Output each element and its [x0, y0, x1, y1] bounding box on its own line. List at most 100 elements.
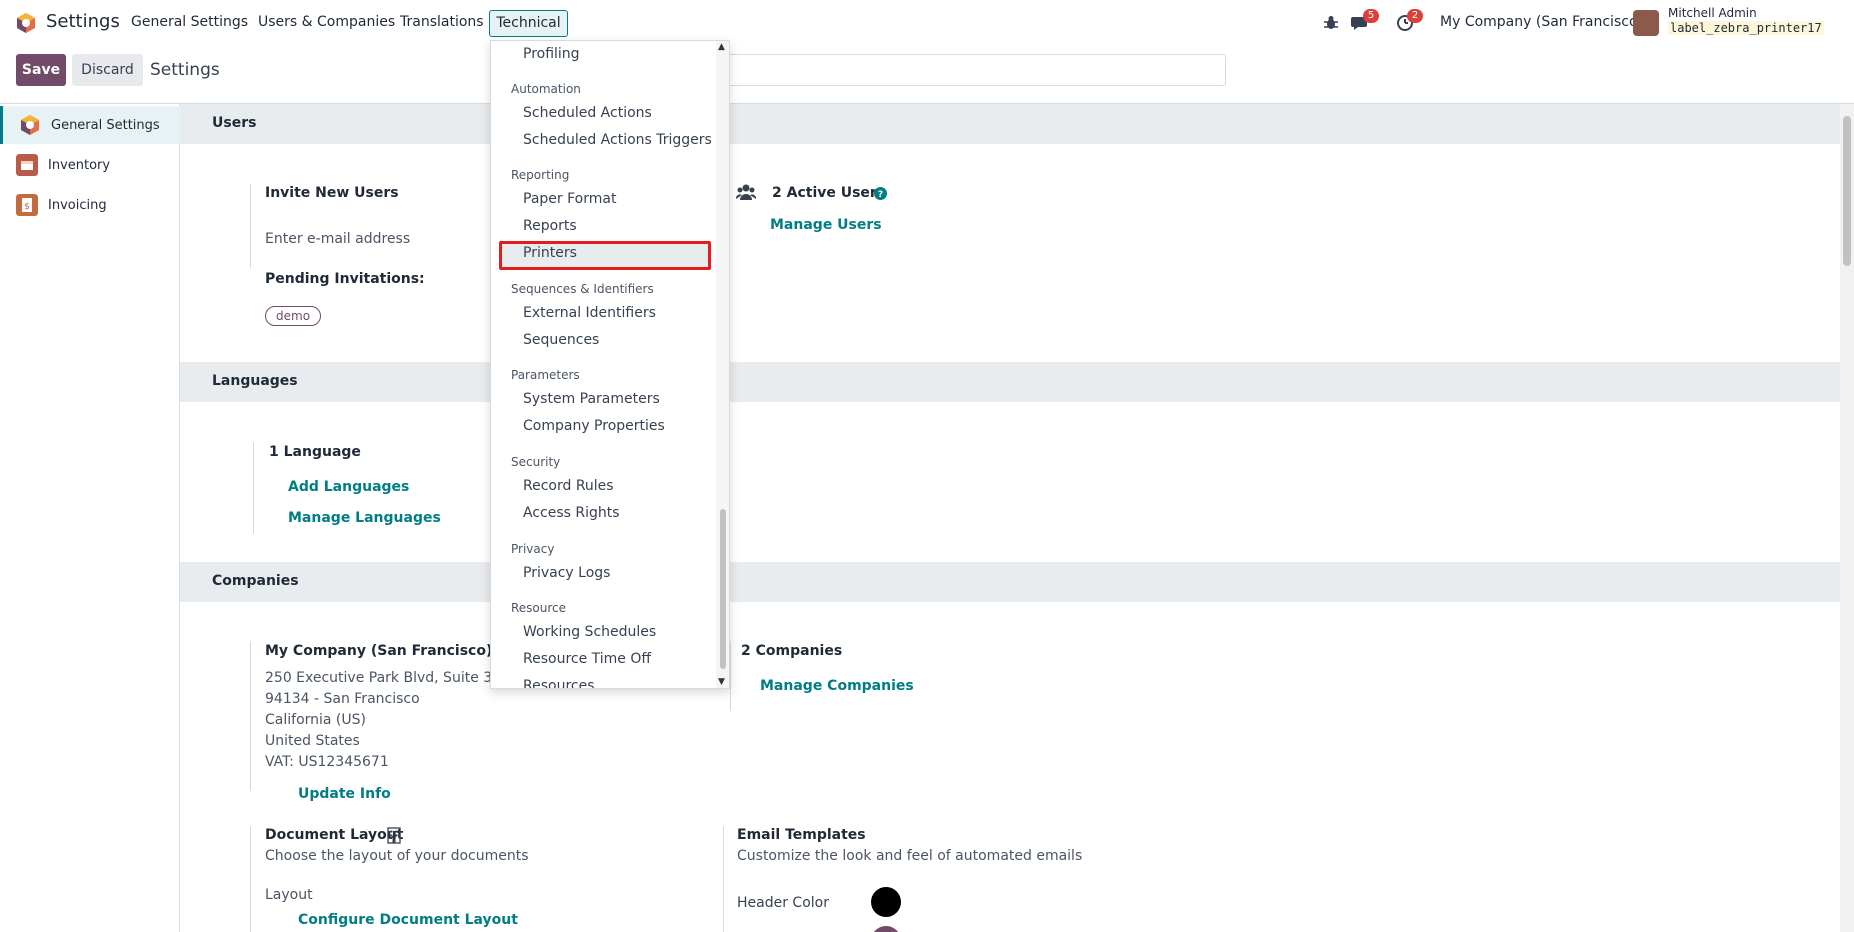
divider: [723, 826, 724, 932]
user-avatar[interactable]: [1633, 10, 1659, 36]
menu-item-reports[interactable]: Reports: [523, 218, 577, 234]
menu-item-record-rules[interactable]: Record Rules: [523, 478, 614, 494]
inventory-app-icon: [16, 154, 38, 176]
page-scrollbar[interactable]: [1840, 104, 1854, 932]
company-vat: VAT: US12345671: [265, 754, 389, 770]
dropdown-scrollbar-thumb[interactable]: [720, 509, 726, 669]
menu-item-scheduled-actions-triggers[interactable]: Scheduled Actions Triggers: [523, 132, 712, 148]
users-group-icon: [736, 184, 756, 200]
document-layout-title: Document Layout: [265, 827, 404, 843]
menu-item-system-parameters[interactable]: System Parameters: [523, 391, 660, 407]
section-title: Languages: [212, 373, 298, 389]
technical-dropdown-menu: Profiling Automation Scheduled Actions S…: [490, 40, 730, 689]
menu-technical[interactable]: Technical: [489, 10, 568, 37]
header-color-label: Header Color: [737, 895, 829, 911]
sidebar-item-label: Inventory: [48, 157, 111, 173]
messages-badge: 5: [1363, 9, 1379, 23]
company-name: My Company (San Francisco): [265, 643, 493, 659]
menu-item-scheduled-actions[interactable]: Scheduled Actions: [523, 105, 652, 121]
languages-section-header: Languages: [180, 362, 1840, 402]
company-address-line: California (US): [265, 712, 366, 728]
active-users-count: 2 Active Users: [772, 185, 886, 201]
menu-item-privacy-logs[interactable]: Privacy Logs: [523, 565, 610, 581]
company-building-icon: [387, 827, 401, 844]
menu-item-resource-time-off[interactable]: Resource Time Off: [523, 651, 651, 667]
divider: [250, 826, 251, 932]
menu-item-external-identifiers[interactable]: External Identifiers: [523, 305, 656, 321]
company-address-line: United States: [265, 733, 360, 749]
menu-group-automation: Automation: [511, 82, 581, 96]
companies-section-header: Companies: [180, 562, 1840, 602]
divider: [250, 184, 251, 268]
user-name[interactable]: Mitchell Admin: [1668, 6, 1757, 20]
menu-group-sequences: Sequences & Identifiers: [511, 282, 654, 296]
users-section-header: Users: [180, 104, 1840, 144]
document-layout-description: Choose the layout of your documents: [265, 848, 529, 864]
section-title: Users: [212, 115, 257, 131]
scrollbar-thumb[interactable]: [1843, 116, 1851, 266]
menu-item-printers[interactable]: Printers: [523, 245, 577, 261]
database-name: label_zebra_printer17: [1668, 21, 1824, 35]
debug-bug-icon[interactable]: [1322, 14, 1340, 32]
settings-content: Users Invite New Users Enter e-mail addr…: [180, 104, 1840, 932]
invoicing-app-icon: $: [16, 194, 38, 216]
company-address-line: 94134 - San Francisco: [265, 691, 420, 707]
menu-users-companies[interactable]: Users & Companies: [258, 14, 395, 30]
section-title: Companies: [212, 573, 299, 589]
svg-text:?: ?: [878, 190, 883, 200]
dropdown-scrollbar[interactable]: ▲ ▼: [716, 41, 729, 688]
activities-badge: 2: [1407, 9, 1423, 23]
save-button[interactable]: Save: [16, 54, 66, 86]
company-address-line: 250 Executive Park Blvd, Suite 3400: [265, 670, 519, 686]
sidebar-item-general-settings[interactable]: General Settings: [0, 106, 180, 144]
invite-users-title: Invite New Users: [265, 185, 399, 201]
divider: [250, 641, 251, 791]
pending-invitation-tag[interactable]: demo: [265, 306, 322, 326]
menu-item-access-rights[interactable]: Access Rights: [523, 505, 620, 521]
sidebar-item-invoicing[interactable]: $ Invoicing: [0, 186, 180, 224]
menu-group-privacy: Privacy: [511, 542, 555, 556]
menu-item-company-properties[interactable]: Company Properties: [523, 418, 665, 434]
sidebar-item-inventory[interactable]: Inventory: [0, 146, 180, 184]
menu-item-profiling[interactable]: Profiling: [523, 46, 580, 62]
manage-users-link[interactable]: Manage Users: [770, 217, 882, 233]
manage-companies-link[interactable]: Manage Companies: [760, 678, 914, 694]
svg-text:$: $: [24, 202, 30, 212]
email-templates-description: Customize the look and feel of automated…: [737, 848, 1083, 864]
update-info-link[interactable]: Update Info: [298, 786, 391, 802]
menu-item-resources[interactable]: Resources: [523, 678, 595, 688]
settings-app-icon: [21, 115, 39, 135]
add-languages-link[interactable]: Add Languages: [288, 479, 409, 495]
menu-item-sequences[interactable]: Sequences: [523, 332, 599, 348]
settings-search-input[interactable]: [700, 54, 1226, 86]
scroll-down-arrow-icon[interactable]: ▼: [718, 677, 725, 687]
menu-item-paper-format[interactable]: Paper Format: [523, 191, 616, 207]
language-count: 1 Language: [269, 444, 361, 460]
sidebar-item-label: General Settings: [51, 117, 160, 133]
control-panel: Save Discard Settings: [0, 46, 1854, 104]
app-title[interactable]: Settings: [46, 11, 120, 32]
sidebar-item-label: Invoicing: [48, 197, 107, 213]
layout-label: Layout: [265, 887, 313, 903]
top-navbar: Settings General Settings Users & Compan…: [0, 0, 1854, 46]
help-question-icon[interactable]: ?: [874, 187, 887, 200]
company-switcher[interactable]: My Company (San Francisco): [1440, 14, 1643, 30]
odoo-logo-icon[interactable]: [15, 12, 37, 34]
discard-button[interactable]: Discard: [72, 54, 143, 86]
menu-group-reporting: Reporting: [511, 168, 570, 182]
menu-general-settings[interactable]: General Settings: [131, 14, 248, 30]
menu-item-working-schedules[interactable]: Working Schedules: [523, 624, 656, 640]
manage-languages-link[interactable]: Manage Languages: [288, 510, 441, 526]
scroll-up-arrow-icon[interactable]: ▲: [718, 42, 725, 52]
divider: [730, 641, 731, 711]
configure-document-layout-link[interactable]: Configure Document Layout: [298, 912, 518, 928]
email-templates-title: Email Templates: [737, 827, 866, 843]
settings-sidebar: General Settings Inventory $ Invoicing: [0, 104, 180, 932]
header-color-swatch[interactable]: [871, 887, 901, 917]
menu-group-security: Security: [511, 455, 561, 469]
divider: [253, 442, 254, 534]
button-color-swatch[interactable]: [871, 926, 901, 932]
invite-email-input[interactable]: Enter e-mail address: [265, 231, 410, 247]
menu-group-resource: Resource: [511, 601, 567, 615]
menu-translations[interactable]: Translations: [400, 14, 484, 30]
